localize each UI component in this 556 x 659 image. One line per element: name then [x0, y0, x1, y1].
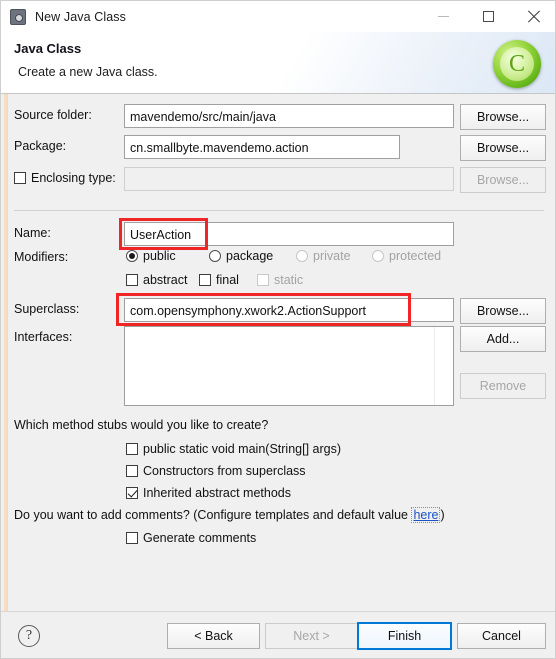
- stub-check-main-method[interactable]: public static void main(String[] args): [126, 442, 341, 456]
- stub-check-inherited-abstract[interactable]: Inherited abstract methods: [126, 486, 291, 500]
- radio-on-icon: [126, 250, 138, 262]
- left-border-line: [7, 94, 8, 611]
- radio-off-icon: [296, 250, 308, 262]
- title-bar: New Java Class: [1, 1, 555, 32]
- modifier-static-label: static: [274, 273, 304, 287]
- comments-question-prefix: Do you want to add comments? (Configure …: [14, 508, 412, 522]
- interfaces-list-scroll-divider: [434, 327, 435, 405]
- page-description: Create a new Java class.: [18, 65, 158, 79]
- modifier-abstract-label: abstract: [143, 273, 188, 287]
- interfaces-remove-button: Remove: [460, 373, 546, 399]
- enclosing-type-label: Enclosing type:: [31, 171, 116, 185]
- checkbox-off-icon: [126, 443, 138, 455]
- modifier-protected-label: protected: [389, 249, 442, 263]
- enclosing-type-browse-button: Browse...: [460, 167, 546, 193]
- minimize-icon: [438, 16, 449, 17]
- back-button[interactable]: < Back: [167, 623, 260, 649]
- new-java-class-dialog: New Java Class Java Class Create a new J…: [0, 0, 556, 659]
- modifier-private-label: private: [313, 249, 351, 263]
- generate-comments-checkbox[interactable]: Generate comments: [126, 531, 256, 545]
- superclass-input[interactable]: com.opensymphony.xwork2.ActionSupport: [124, 298, 454, 322]
- checkbox-off-icon: [257, 274, 269, 286]
- wizard-header: Java Class Create a new Java class. C: [1, 32, 555, 94]
- close-button[interactable]: [511, 1, 555, 32]
- enclosing-type-checkbox[interactable]: Enclosing type:: [14, 171, 116, 185]
- modifier-radio-protected: protected: [372, 249, 441, 263]
- generate-comments-label: Generate comments: [143, 531, 257, 545]
- radio-off-icon: [209, 250, 221, 262]
- comments-question-suffix: ): [440, 508, 445, 522]
- stub-check-constructors[interactable]: Constructors from superclass: [126, 464, 306, 478]
- modifiers-label: Modifiers:: [14, 250, 69, 264]
- superclass-label: Superclass:: [14, 302, 80, 316]
- enclosing-type-input[interactable]: [124, 167, 454, 191]
- window-title: New Java Class: [35, 9, 127, 24]
- stub-inherited-abstract-label: Inherited abstract methods: [143, 486, 291, 500]
- cancel-button[interactable]: Cancel: [457, 623, 546, 649]
- enclosing-type-check-icon: [14, 172, 26, 184]
- close-icon: [527, 10, 541, 24]
- checkbox-off-icon: [126, 274, 138, 286]
- class-logo-letter: C: [500, 47, 534, 81]
- class-name-input[interactable]: UserAction: [124, 222, 454, 246]
- package-label: Package:: [14, 139, 67, 153]
- next-button: Next >: [265, 623, 358, 649]
- source-folder-label: Source folder:: [14, 108, 92, 122]
- modifier-radio-private: private: [296, 249, 351, 263]
- help-button[interactable]: ?: [18, 625, 40, 647]
- dialog-footer: ? < Back Next > Finish Cancel: [1, 611, 555, 658]
- interfaces-list[interactable]: [124, 326, 454, 406]
- source-folder-input[interactable]: mavendemo/src/main/java: [124, 104, 454, 128]
- package-browse-button[interactable]: Browse...: [460, 135, 546, 161]
- superclass-browse-button[interactable]: Browse...: [460, 298, 546, 324]
- maximize-button[interactable]: [466, 1, 511, 32]
- java-class-wizard-icon: [10, 8, 26, 25]
- checkbox-on-icon: [126, 487, 138, 499]
- stub-main-method-label: public static void main(String[] args): [143, 442, 341, 456]
- method-stubs-question: Which method stubs would you like to cre…: [14, 418, 269, 432]
- modifier-check-static: static: [257, 273, 303, 287]
- interfaces-add-button[interactable]: Add...: [460, 326, 546, 352]
- green-class-circle-icon: C: [493, 40, 541, 88]
- modifier-check-final[interactable]: final: [199, 273, 239, 287]
- source-folder-browse-button[interactable]: Browse...: [460, 104, 546, 130]
- form-area: Source folder: mavendemo/src/main/java B…: [1, 94, 555, 611]
- comments-question: Do you want to add comments? (Configure …: [14, 507, 445, 523]
- page-title: Java Class: [14, 41, 82, 56]
- modifier-package-label: package: [226, 249, 274, 263]
- modifier-final-label: final: [216, 273, 239, 287]
- finish-button[interactable]: Finish: [357, 622, 452, 650]
- configure-templates-link[interactable]: here: [411, 507, 441, 523]
- section-divider: [14, 210, 544, 211]
- checkbox-off-icon: [126, 532, 138, 544]
- modifier-public-label: public: [143, 249, 176, 263]
- modifier-radio-public[interactable]: public: [126, 249, 176, 263]
- minimize-button[interactable]: [421, 1, 466, 32]
- package-input[interactable]: cn.smallbyte.mavendemo.action: [124, 135, 400, 159]
- modifier-check-abstract[interactable]: abstract: [126, 273, 187, 287]
- interfaces-label: Interfaces:: [14, 330, 73, 344]
- radio-off-icon: [372, 250, 384, 262]
- stub-constructors-label: Constructors from superclass: [143, 464, 306, 478]
- modifier-radio-package[interactable]: package: [209, 249, 273, 263]
- checkbox-off-icon: [199, 274, 211, 286]
- checkbox-off-icon: [126, 465, 138, 477]
- name-label: Name:: [14, 226, 51, 240]
- maximize-icon: [483, 11, 494, 22]
